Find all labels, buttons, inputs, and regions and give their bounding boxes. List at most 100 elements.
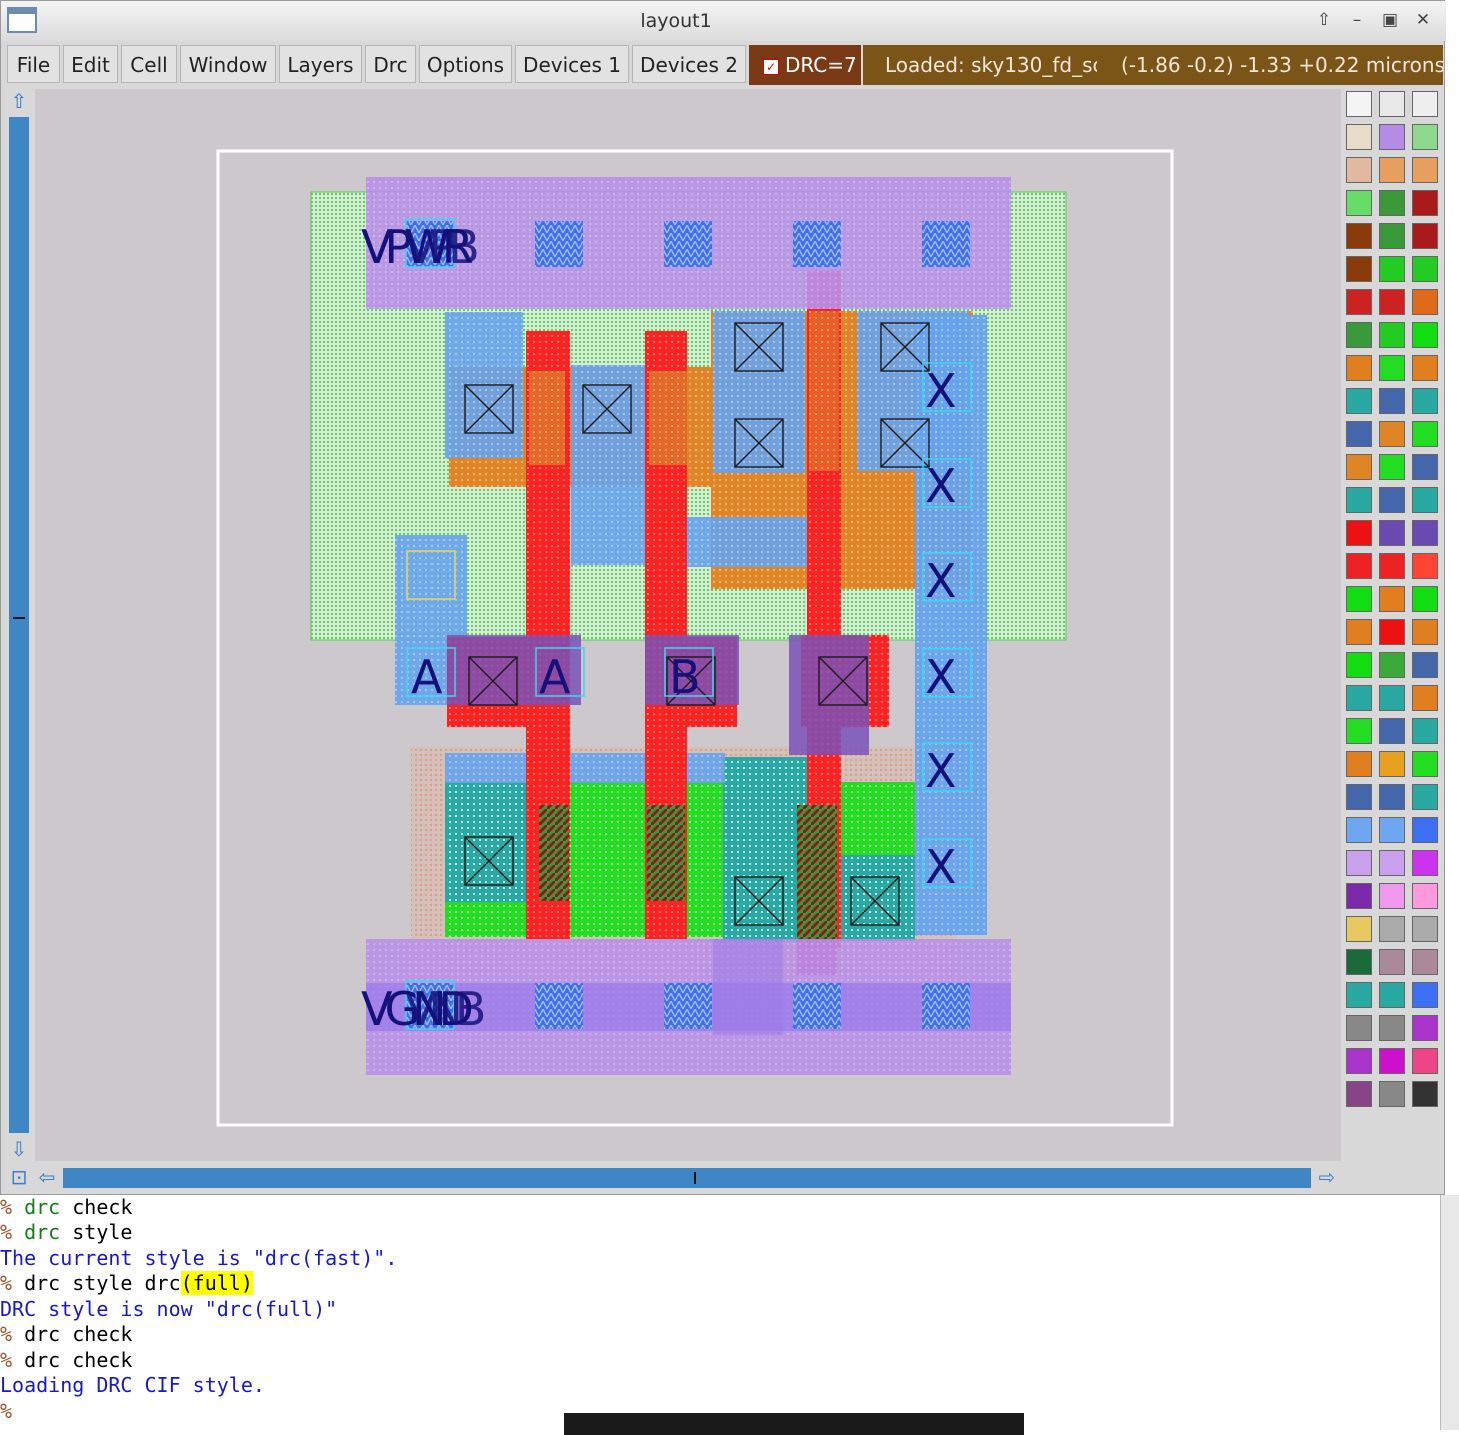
layer-swatch[interactable] bbox=[1379, 124, 1405, 150]
layer-swatch[interactable] bbox=[1346, 388, 1372, 414]
layer-swatch[interactable] bbox=[1412, 751, 1438, 777]
layer-swatch[interactable] bbox=[1379, 1048, 1405, 1074]
menu-edit[interactable]: Edit bbox=[63, 45, 118, 83]
layout-drawing[interactable]: VPWR VPB VGND VNB A A B X X X X X X bbox=[35, 89, 1341, 1161]
layer-swatch[interactable] bbox=[1379, 256, 1405, 282]
layer-swatch[interactable] bbox=[1346, 982, 1372, 1008]
layer-swatch[interactable] bbox=[1379, 685, 1405, 711]
layer-swatch[interactable] bbox=[1412, 553, 1438, 579]
vertical-scroll-thumb[interactable] bbox=[9, 117, 29, 1133]
layer-swatch[interactable] bbox=[1346, 817, 1372, 843]
layer-swatch[interactable] bbox=[1346, 355, 1372, 381]
layer-swatch[interactable] bbox=[1412, 355, 1438, 381]
layer-swatch[interactable] bbox=[1412, 619, 1438, 645]
menu-options[interactable]: Options bbox=[419, 45, 512, 83]
layer-swatch[interactable] bbox=[1379, 718, 1405, 744]
layer-swatch[interactable] bbox=[1412, 190, 1438, 216]
zoom-box-icon[interactable]: ⊡ bbox=[7, 1165, 31, 1189]
maximize-icon[interactable]: ▣ bbox=[1377, 7, 1403, 33]
layer-swatch[interactable] bbox=[1346, 1048, 1372, 1074]
scroll-up-icon[interactable]: ⇧ bbox=[7, 89, 31, 113]
layer-swatch[interactable] bbox=[1346, 784, 1372, 810]
layer-swatch[interactable] bbox=[1412, 454, 1438, 480]
layer-swatch[interactable] bbox=[1379, 949, 1405, 975]
close-icon[interactable]: ✕ bbox=[1410, 7, 1436, 33]
menu-devices-2[interactable]: Devices 2 bbox=[632, 45, 746, 83]
layer-swatch[interactable] bbox=[1379, 784, 1405, 810]
layer-swatch[interactable] bbox=[1412, 982, 1438, 1008]
layer-swatch[interactable] bbox=[1379, 751, 1405, 777]
layer-swatch[interactable] bbox=[1379, 388, 1405, 414]
layer-swatch[interactable] bbox=[1346, 850, 1372, 876]
menu-cell[interactable]: Cell bbox=[121, 45, 177, 83]
layer-swatch[interactable] bbox=[1412, 520, 1438, 546]
layer-swatch[interactable] bbox=[1346, 322, 1372, 348]
layer-swatch[interactable] bbox=[1379, 850, 1405, 876]
drc-toggle-button[interactable]: ✓ DRC=7 bbox=[749, 45, 861, 85]
layer-swatch[interactable] bbox=[1346, 190, 1372, 216]
layer-swatch[interactable] bbox=[1346, 487, 1372, 513]
layer-swatch[interactable] bbox=[1346, 1081, 1372, 1107]
layer-swatch[interactable] bbox=[1346, 124, 1372, 150]
vertical-scrollbar[interactable]: ⇧ ⇩ bbox=[7, 89, 31, 1163]
layer-swatch[interactable] bbox=[1346, 553, 1372, 579]
layer-swatch[interactable] bbox=[1346, 520, 1372, 546]
menu-file[interactable]: File bbox=[7, 45, 60, 83]
layer-swatch[interactable] bbox=[1412, 1081, 1438, 1107]
layer-swatch[interactable] bbox=[1379, 91, 1405, 117]
layer-swatch[interactable] bbox=[1346, 91, 1372, 117]
layer-swatch[interactable] bbox=[1412, 289, 1438, 315]
layer-swatch[interactable] bbox=[1379, 982, 1405, 1008]
layer-swatch[interactable] bbox=[1379, 883, 1405, 909]
layer-swatch[interactable] bbox=[1412, 817, 1438, 843]
layer-swatch[interactable] bbox=[1379, 223, 1405, 249]
layer-swatch[interactable] bbox=[1379, 454, 1405, 480]
layer-swatch[interactable] bbox=[1412, 124, 1438, 150]
layer-swatch[interactable] bbox=[1346, 586, 1372, 612]
layer-swatch[interactable] bbox=[1346, 949, 1372, 975]
layer-swatch[interactable] bbox=[1379, 619, 1405, 645]
layer-swatch[interactable] bbox=[1379, 553, 1405, 579]
layer-swatch[interactable] bbox=[1379, 421, 1405, 447]
layer-swatch[interactable] bbox=[1379, 487, 1405, 513]
layer-swatch[interactable] bbox=[1412, 652, 1438, 678]
console-scrollbar[interactable] bbox=[1440, 1195, 1459, 1430]
minimize-icon[interactable]: – bbox=[1344, 7, 1370, 33]
layer-swatch[interactable] bbox=[1346, 916, 1372, 942]
layer-swatch[interactable] bbox=[1412, 883, 1438, 909]
layer-swatch[interactable] bbox=[1412, 586, 1438, 612]
layer-swatch[interactable] bbox=[1412, 685, 1438, 711]
layer-swatch[interactable] bbox=[1412, 784, 1438, 810]
layer-swatch[interactable] bbox=[1379, 916, 1405, 942]
menu-window[interactable]: Window bbox=[180, 45, 276, 83]
layer-swatch[interactable] bbox=[1379, 520, 1405, 546]
layer-swatch[interactable] bbox=[1412, 718, 1438, 744]
layer-swatch[interactable] bbox=[1346, 652, 1372, 678]
layer-swatch[interactable] bbox=[1346, 1015, 1372, 1041]
layer-swatch[interactable] bbox=[1412, 388, 1438, 414]
layer-swatch[interactable] bbox=[1412, 91, 1438, 117]
layer-swatch[interactable] bbox=[1346, 454, 1372, 480]
layer-swatch[interactable] bbox=[1346, 157, 1372, 183]
layer-swatch[interactable] bbox=[1346, 685, 1372, 711]
layer-swatch[interactable] bbox=[1379, 1015, 1405, 1041]
scroll-down-icon[interactable]: ⇩ bbox=[7, 1137, 31, 1161]
layer-swatch[interactable] bbox=[1412, 256, 1438, 282]
horizontal-scroll-thumb[interactable] bbox=[63, 1168, 1311, 1188]
layer-swatch[interactable] bbox=[1412, 157, 1438, 183]
console-output[interactable]: % drc check % drc style The current styl… bbox=[0, 1195, 1440, 1425]
title-bar[interactable]: layout1 ⇧ – ▣ ✕ bbox=[1, 1, 1446, 41]
layer-swatch[interactable] bbox=[1379, 322, 1405, 348]
layer-swatch[interactable] bbox=[1379, 652, 1405, 678]
layer-swatch[interactable] bbox=[1346, 718, 1372, 744]
layer-swatch[interactable] bbox=[1412, 487, 1438, 513]
layer-swatch[interactable] bbox=[1412, 223, 1438, 249]
layer-swatch[interactable] bbox=[1346, 883, 1372, 909]
layout-canvas[interactable]: VPWR VPB VGND VNB A A B X X X X X X bbox=[35, 89, 1341, 1161]
layer-swatch[interactable] bbox=[1412, 850, 1438, 876]
layer-swatch[interactable] bbox=[1412, 322, 1438, 348]
layer-swatch[interactable] bbox=[1412, 1048, 1438, 1074]
layer-swatch[interactable] bbox=[1379, 817, 1405, 843]
layer-swatch[interactable] bbox=[1346, 289, 1372, 315]
layer-swatch[interactable] bbox=[1379, 355, 1405, 381]
